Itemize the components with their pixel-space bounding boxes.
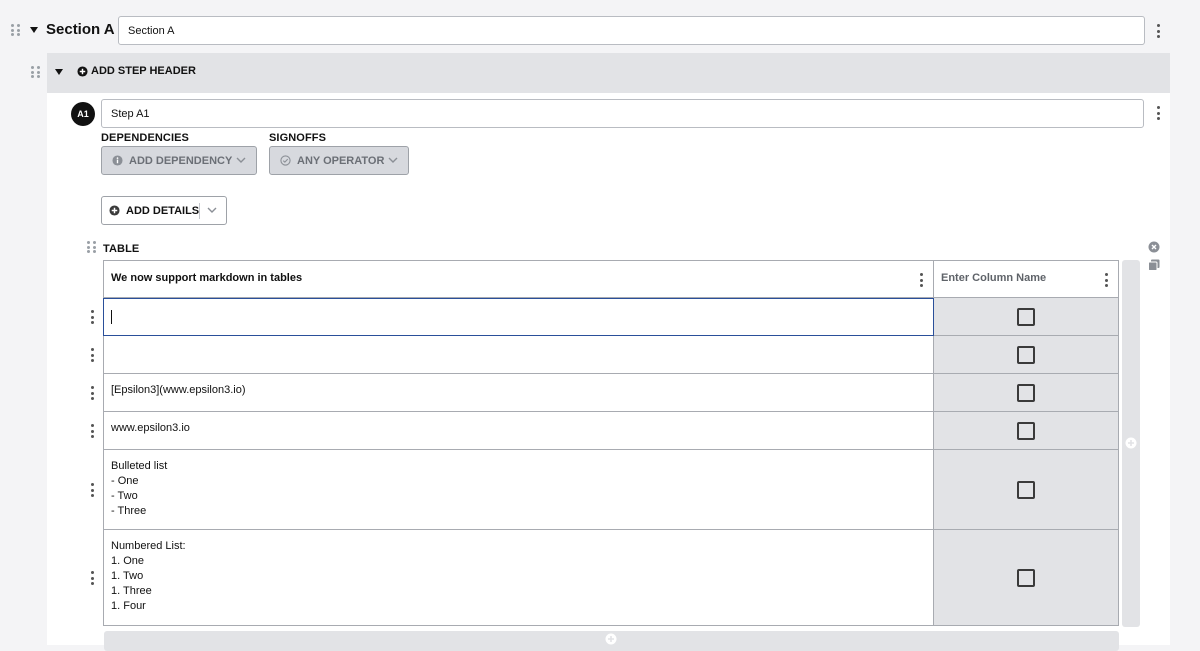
table-cell-checkbox-container bbox=[934, 374, 1119, 412]
cell-line: - One bbox=[111, 475, 139, 487]
chevron-down-icon bbox=[388, 157, 398, 163]
row-checkbox[interactable] bbox=[1016, 346, 1035, 364]
column-header-label: Enter Column Name bbox=[941, 272, 1047, 284]
step-badge-label: A1 bbox=[77, 109, 89, 119]
section-name-input[interactable]: Section A bbox=[118, 16, 1145, 45]
table-cell-checkbox-container bbox=[934, 450, 1119, 530]
cell-line: 1. Two bbox=[111, 570, 144, 582]
table-cell-checkbox-container bbox=[934, 530, 1119, 626]
cell-line bbox=[111, 308, 926, 323]
row-checkbox[interactable] bbox=[1016, 569, 1035, 587]
dependencies-label: DEPENDENCIES bbox=[101, 132, 189, 144]
text-cursor bbox=[111, 310, 112, 324]
table-cell-text[interactable]: [Epsilon3](www.epsilon3.io) bbox=[103, 374, 934, 412]
table-cell-text[interactable] bbox=[103, 298, 934, 336]
step-collapse-caret-icon[interactable] bbox=[54, 68, 64, 76]
copy-icon[interactable] bbox=[1148, 259, 1160, 271]
row-checkbox[interactable] bbox=[1016, 308, 1035, 326]
column-menu-icon[interactable] bbox=[919, 273, 923, 287]
add-dependency-label: ADD DEPENDENCY bbox=[129, 154, 233, 167]
table-cell-checkbox-container bbox=[934, 298, 1119, 336]
row-checkbox[interactable] bbox=[1016, 481, 1035, 499]
add-details-divider bbox=[199, 203, 200, 219]
cell-line: www.epsilon3.io bbox=[111, 422, 190, 434]
table-cell-checkbox-container bbox=[934, 336, 1119, 374]
table-cell-text[interactable] bbox=[103, 336, 934, 374]
section-collapse-caret-icon[interactable] bbox=[29, 26, 39, 34]
table-cell-checkbox-container bbox=[934, 412, 1119, 450]
table-drag-handle[interactable] bbox=[87, 241, 96, 253]
cell-line bbox=[111, 345, 926, 360]
cell-line: 1. One bbox=[111, 555, 145, 567]
row-checkbox[interactable] bbox=[1016, 422, 1035, 440]
row-menu-icon[interactable] bbox=[90, 386, 94, 400]
step-name-input[interactable]: Step A1 bbox=[101, 99, 1144, 128]
section-drag-handle[interactable] bbox=[11, 24, 20, 36]
column-header-label: We now support markdown in tables bbox=[111, 272, 303, 284]
column-header: We now support markdown in tables bbox=[103, 260, 934, 298]
any-operator-button[interactable]: ANY OPERATOR bbox=[269, 146, 409, 175]
section-more-menu-icon[interactable] bbox=[1156, 24, 1160, 38]
cell-line: [Epsilon3](www.epsilon3.io) bbox=[111, 384, 246, 396]
table-cell-text[interactable]: Bulleted list - One - Two - Three bbox=[103, 450, 934, 530]
chevron-down-icon bbox=[236, 157, 246, 163]
data-table: We now support markdown in tables Enter C… bbox=[90, 260, 1119, 627]
add-step-header-label: ADD STEP HEADER bbox=[91, 65, 196, 77]
signoffs-label: SIGNOFFS bbox=[269, 132, 327, 144]
check-circle-icon bbox=[280, 155, 291, 166]
table-cell-text[interactable]: www.epsilon3.io bbox=[103, 412, 934, 450]
cell-line: 1. Three bbox=[111, 585, 152, 597]
row-checkbox[interactable] bbox=[1016, 384, 1035, 402]
plus-circle-icon bbox=[77, 65, 88, 77]
add-details-button[interactable]: ADD DETAILS bbox=[101, 196, 227, 225]
cell-line: Numbered List: bbox=[111, 540, 186, 552]
step-badge: A1 bbox=[71, 102, 95, 126]
add-column-icon[interactable] bbox=[1125, 437, 1137, 449]
row-menu-icon[interactable] bbox=[90, 424, 94, 438]
row-menu-icon[interactable] bbox=[90, 483, 94, 497]
table-cell-text[interactable]: Numbered List: 1. One 1. Two 1. Three 1. Fou… bbox=[103, 530, 934, 626]
cell-line: Bulleted list bbox=[111, 460, 168, 472]
column-menu-icon[interactable] bbox=[1104, 273, 1108, 287]
plus-circle-icon bbox=[109, 205, 120, 216]
add-step-header-button[interactable]: ADD STEP HEADER bbox=[77, 65, 196, 77]
add-dependency-button[interactable]: ADD DEPENDENCY bbox=[101, 146, 257, 175]
step-header-bar bbox=[47, 53, 1170, 93]
row-menu-icon[interactable] bbox=[90, 571, 94, 585]
add-row-icon[interactable] bbox=[605, 633, 617, 645]
chevron-down-icon[interactable] bbox=[207, 207, 217, 214]
close-circle-icon[interactable] bbox=[1148, 241, 1160, 253]
row-menu-icon[interactable] bbox=[90, 348, 94, 362]
cell-line: - Three bbox=[111, 505, 147, 517]
column-header: Enter Column Name bbox=[934, 260, 1119, 298]
cell-line: - Two bbox=[111, 490, 138, 502]
add-details-label: ADD DETAILS bbox=[126, 204, 200, 217]
any-operator-label: ANY OPERATOR bbox=[297, 154, 385, 167]
cell-line: 1. Four bbox=[111, 600, 146, 612]
step-header-drag-handle[interactable] bbox=[31, 66, 40, 78]
section-title: Section A bbox=[46, 21, 115, 38]
step-more-menu-icon[interactable] bbox=[1156, 106, 1160, 120]
info-circle-icon bbox=[112, 155, 123, 166]
row-menu-icon[interactable] bbox=[90, 310, 94, 324]
table-label: TABLE bbox=[103, 243, 140, 255]
